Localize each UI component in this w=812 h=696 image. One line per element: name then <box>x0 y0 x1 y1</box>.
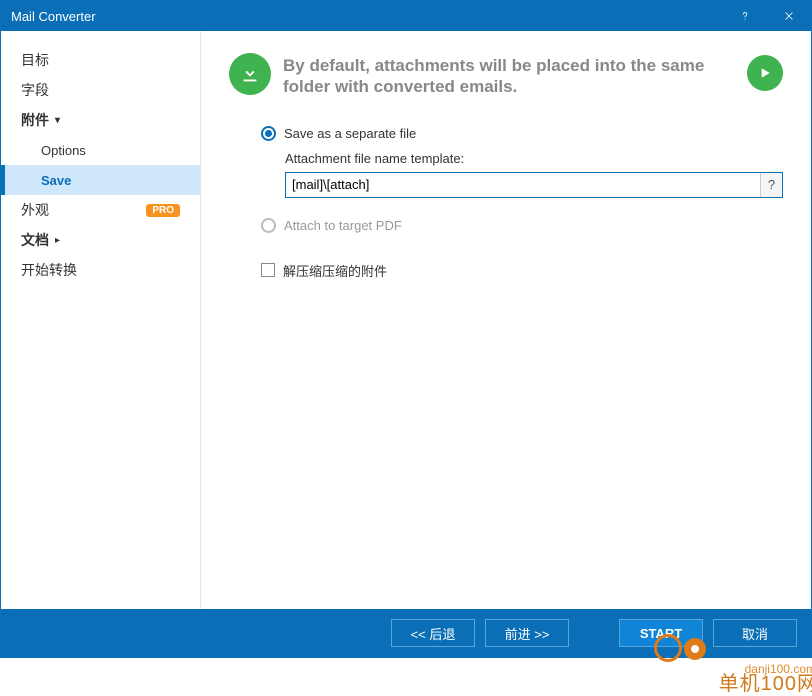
play-icon <box>757 65 773 81</box>
sidebar-item-save[interactable]: Save <box>1 165 200 195</box>
cancel-button[interactable]: 取消 <box>713 619 797 647</box>
sidebar: 目标 字段 附件▾ Options Save 外观PRO 文档▸ 开始转换 <box>1 31 201 609</box>
sidebar-item-start[interactable]: 开始转换 <box>1 255 200 285</box>
sidebar-item-attachments[interactable]: 附件▾ <box>1 105 200 135</box>
window-title: Mail Converter <box>11 9 723 24</box>
template-label: Attachment file name template: <box>285 151 783 166</box>
pro-badge: PRO <box>146 204 180 217</box>
template-block: Attachment file name template: ? <box>261 151 783 198</box>
help-button[interactable] <box>723 1 767 31</box>
start-button[interactable]: START <box>619 619 703 647</box>
checkbox-unpack[interactable]: 解压缩压缩的附件 <box>261 261 783 280</box>
radio-label: Attach to target PDF <box>284 218 402 233</box>
forward-button[interactable]: 前进 >> <box>485 619 569 647</box>
app-window: Mail Converter 目标 字段 附件▾ Options Save 外观… <box>0 0 812 658</box>
content-panel: By default, attachments will be placed i… <box>201 31 811 609</box>
sidebar-item-options[interactable]: Options <box>1 135 200 165</box>
download-icon <box>229 53 271 95</box>
form-block: Save as a separate file Attachment file … <box>229 126 783 280</box>
radio-save-separate[interactable]: Save as a separate file <box>261 126 783 141</box>
titlebar: Mail Converter <box>1 1 811 31</box>
watermark: 单机100网 danji100.com <box>719 667 812 676</box>
close-icon <box>782 9 796 23</box>
chevron-down-icon: ▾ <box>55 115 60 126</box>
template-input-row: ? <box>285 172 783 198</box>
sidebar-item-target[interactable]: 目标 <box>1 45 200 75</box>
close-button[interactable] <box>767 1 811 31</box>
play-button[interactable] <box>747 55 783 91</box>
template-help-button[interactable]: ? <box>760 173 782 197</box>
body: 目标 字段 附件▾ Options Save 外观PRO 文档▸ 开始转换 By… <box>1 31 811 609</box>
footer: << 后退 前进 >> START 取消 单机100网 danji100.com <box>1 609 811 657</box>
header-text: By default, attachments will be placed i… <box>283 53 735 98</box>
checkbox-icon <box>261 263 275 277</box>
back-button[interactable]: << 后退 <box>391 619 475 647</box>
header-row: By default, attachments will be placed i… <box>229 53 783 98</box>
radio-attach-pdf[interactable]: Attach to target PDF <box>261 218 783 233</box>
sidebar-item-document[interactable]: 文档▸ <box>1 225 200 255</box>
template-input[interactable] <box>286 173 760 197</box>
checkbox-label: 解压缩压缩的附件 <box>283 261 387 280</box>
radio-icon <box>261 126 276 141</box>
radio-icon <box>261 218 276 233</box>
chevron-right-icon: ▸ <box>55 235 60 246</box>
sidebar-item-fields[interactable]: 字段 <box>1 75 200 105</box>
help-icon <box>738 9 752 23</box>
radio-label: Save as a separate file <box>284 126 416 141</box>
sidebar-item-appearance[interactable]: 外观PRO <box>1 195 200 225</box>
